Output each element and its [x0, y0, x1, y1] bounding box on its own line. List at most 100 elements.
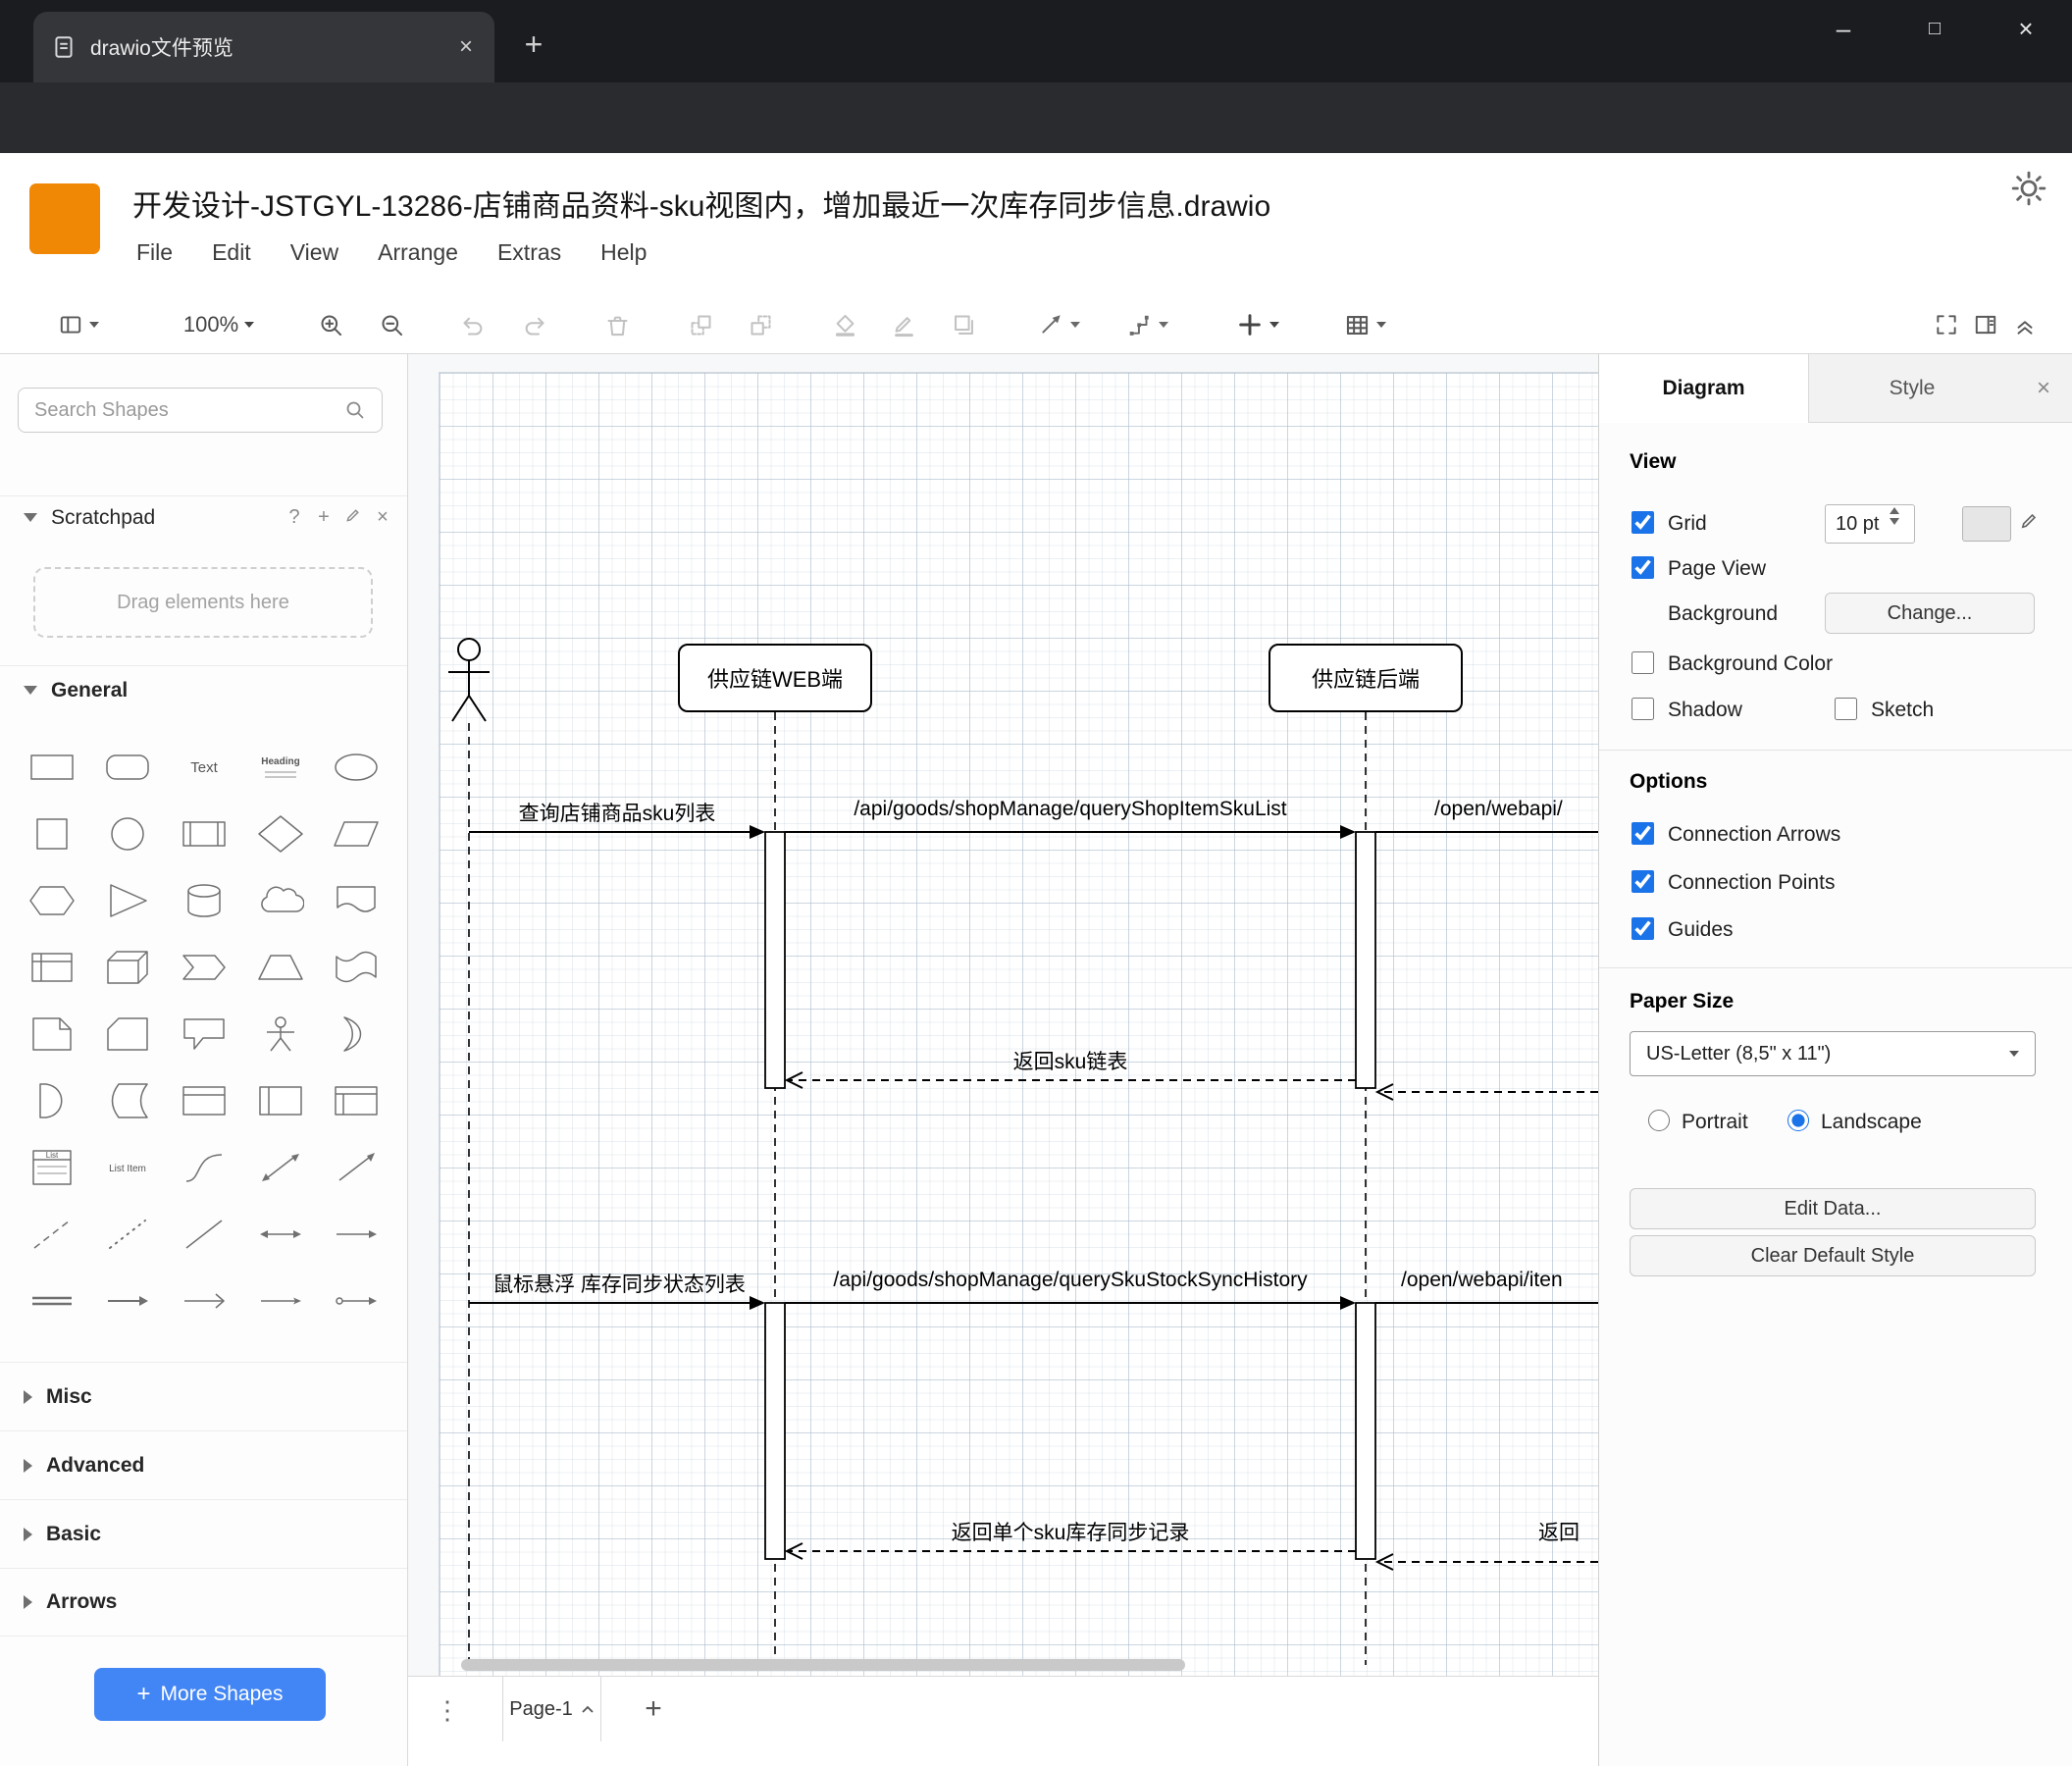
- shape-search-input[interactable]: [18, 388, 383, 433]
- shape-document[interactable]: [318, 867, 394, 934]
- message-label[interactable]: 查询店铺商品sku列表: [519, 798, 716, 827]
- shape-horizontal-container[interactable]: [318, 1067, 394, 1134]
- shape-data-storage[interactable]: [90, 1067, 167, 1134]
- page-view-checkbox[interactable]: [1632, 556, 1654, 579]
- tab-diagram[interactable]: Diagram: [1599, 354, 1809, 423]
- lifeline-box-web[interactable]: 供应链WEB端: [678, 644, 872, 712]
- sketch-checkbox[interactable]: [1835, 698, 1857, 720]
- connection-points-checkbox[interactable]: [1632, 870, 1654, 893]
- shape-process[interactable]: [166, 801, 242, 867]
- shape-callout[interactable]: [166, 1001, 242, 1067]
- format-panel-toggle[interactable]: [1964, 302, 2007, 347]
- sidebar-section-advanced[interactable]: Advanced: [0, 1430, 407, 1499]
- undo-button[interactable]: [450, 302, 495, 347]
- guides-checkbox[interactable]: [1632, 917, 1654, 940]
- shape-tape[interactable]: [318, 934, 394, 1001]
- menu-arrange[interactable]: Arrange: [378, 239, 458, 266]
- shape-note[interactable]: [14, 1001, 90, 1067]
- shape-step[interactable]: [166, 934, 242, 1001]
- drag-elements-dropzone[interactable]: Drag elements here: [33, 567, 373, 638]
- grid-size-input[interactable]: [1825, 504, 1915, 544]
- collapse-toolbar-button[interactable]: [2003, 302, 2046, 347]
- delete-button[interactable]: [595, 302, 640, 347]
- connection-arrows-checkbox[interactable]: [1632, 822, 1654, 845]
- fill-color-button[interactable]: [822, 302, 867, 347]
- to-front-button[interactable]: [678, 302, 723, 347]
- sidebar-section-basic[interactable]: Basic: [0, 1499, 407, 1568]
- shape-hexagon[interactable]: [14, 867, 90, 934]
- connection-style-button[interactable]: [1029, 302, 1090, 347]
- message-label[interactable]: /open/webapi/: [1434, 798, 1563, 821]
- shape-bidirectional-connector[interactable]: [242, 1201, 319, 1268]
- background-color-checkbox[interactable]: [1632, 651, 1654, 674]
- shape-cube[interactable]: [90, 934, 167, 1001]
- scratchpad-header[interactable]: Scratchpad ? + ×: [0, 495, 407, 539]
- shape-list-item[interactable]: List Item: [90, 1134, 167, 1201]
- return-message-label[interactable]: 返回sku链表: [1013, 1046, 1128, 1075]
- message-label[interactable]: 鼠标悬浮 库存同步状态列表: [492, 1269, 746, 1298]
- fullscreen-button[interactable]: [1925, 302, 1968, 347]
- theme-toggle-icon[interactable]: [2009, 169, 2048, 213]
- shape-link[interactable]: [14, 1268, 90, 1334]
- shadow-checkbox[interactable]: [1632, 698, 1654, 720]
- menu-edit[interactable]: Edit: [212, 239, 251, 266]
- change-background-button[interactable]: Change...: [1825, 593, 2035, 634]
- page-tab[interactable]: Page-1: [502, 1677, 601, 1741]
- menu-view[interactable]: View: [290, 239, 338, 266]
- shape-dashed-line[interactable]: [14, 1201, 90, 1268]
- zoom-select[interactable]: 100%: [165, 302, 273, 347]
- grid-color-edit-icon[interactable]: [2019, 509, 2041, 536]
- scratchpad-add-icon[interactable]: +: [309, 506, 338, 529]
- shape-triangle[interactable]: [90, 867, 167, 934]
- shape-edge-classic[interactable]: [242, 1268, 319, 1334]
- toolbar-view-button[interactable]: [49, 302, 108, 347]
- sidebar-section-arrows[interactable]: Arrows: [0, 1568, 407, 1636]
- shape-diamond[interactable]: [242, 801, 319, 867]
- paper-size-select[interactable]: US-Letter (8,5" x 11"): [1630, 1031, 2036, 1076]
- shape-parallelogram[interactable]: [318, 801, 394, 867]
- canvas-hscrollbar[interactable]: [461, 1659, 1185, 1671]
- scratchpad-edit-icon[interactable]: [338, 505, 368, 530]
- menu-extras[interactable]: Extras: [497, 239, 561, 266]
- shape-edge-open-arrow[interactable]: [166, 1268, 242, 1334]
- panel-close-icon[interactable]: ×: [2037, 375, 2050, 402]
- edit-data-button[interactable]: Edit Data...: [1630, 1188, 2036, 1229]
- shape-circle[interactable]: [90, 801, 167, 867]
- shape-list[interactable]: List: [14, 1134, 90, 1201]
- shape-rounded-rectangle[interactable]: [90, 734, 167, 801]
- shape-internal-storage[interactable]: [14, 934, 90, 1001]
- tab-close-icon[interactable]: ×: [455, 33, 477, 61]
- return-message-label[interactable]: 返回: [1538, 1517, 1580, 1546]
- shape-dotted-line[interactable]: [90, 1201, 167, 1268]
- scratchpad-help-icon[interactable]: ?: [280, 506, 309, 529]
- shape-trapezoid[interactable]: [242, 934, 319, 1001]
- clear-default-style-button[interactable]: Clear Default Style: [1630, 1235, 2036, 1276]
- shape-ellipse[interactable]: [318, 734, 394, 801]
- sidebar-section-general[interactable]: General: [0, 665, 407, 714]
- waypoints-button[interactable]: [1117, 302, 1178, 347]
- message-label[interactable]: /api/goods/shopManage/queryShopItemSkuLi…: [854, 798, 1286, 821]
- shape-directional-connector[interactable]: [318, 1201, 394, 1268]
- shape-edge-arrow[interactable]: [90, 1268, 167, 1334]
- shape-edge-endpoint[interactable]: [318, 1268, 394, 1334]
- shape-and[interactable]: [14, 1067, 90, 1134]
- close-button[interactable]: ×: [1995, 0, 2056, 57]
- shape-vertical-container[interactable]: [242, 1067, 319, 1134]
- grid-checkbox[interactable]: [1632, 511, 1654, 534]
- message-label[interactable]: /open/webapi/iten: [1401, 1269, 1563, 1292]
- landscape-radio[interactable]: [1787, 1110, 1809, 1131]
- browser-tab[interactable]: drawio文件预览 ×: [33, 12, 494, 82]
- minimize-button[interactable]: –: [1813, 0, 1874, 57]
- shape-line[interactable]: [166, 1201, 242, 1268]
- return-message-label[interactable]: 返回单个sku库存同步记录: [952, 1517, 1190, 1546]
- scratchpad-close-icon[interactable]: ×: [368, 506, 397, 529]
- redo-button[interactable]: [511, 302, 556, 347]
- sidebar-section-misc[interactable]: Misc: [0, 1362, 407, 1430]
- drawing-canvas[interactable]: 供应链WEB端 供应链后端 查询店铺商品sku列表 /api/goods/sho…: [408, 354, 1598, 1676]
- shape-heading[interactable]: Heading: [242, 734, 319, 801]
- shape-container[interactable]: [166, 1067, 242, 1134]
- lifeline-box-backend[interactable]: 供应链后端: [1269, 644, 1463, 712]
- pages-menu-button[interactable]: ⋮: [426, 1688, 469, 1732]
- shape-or[interactable]: [318, 1001, 394, 1067]
- grid-color-swatch[interactable]: [1962, 506, 2011, 542]
